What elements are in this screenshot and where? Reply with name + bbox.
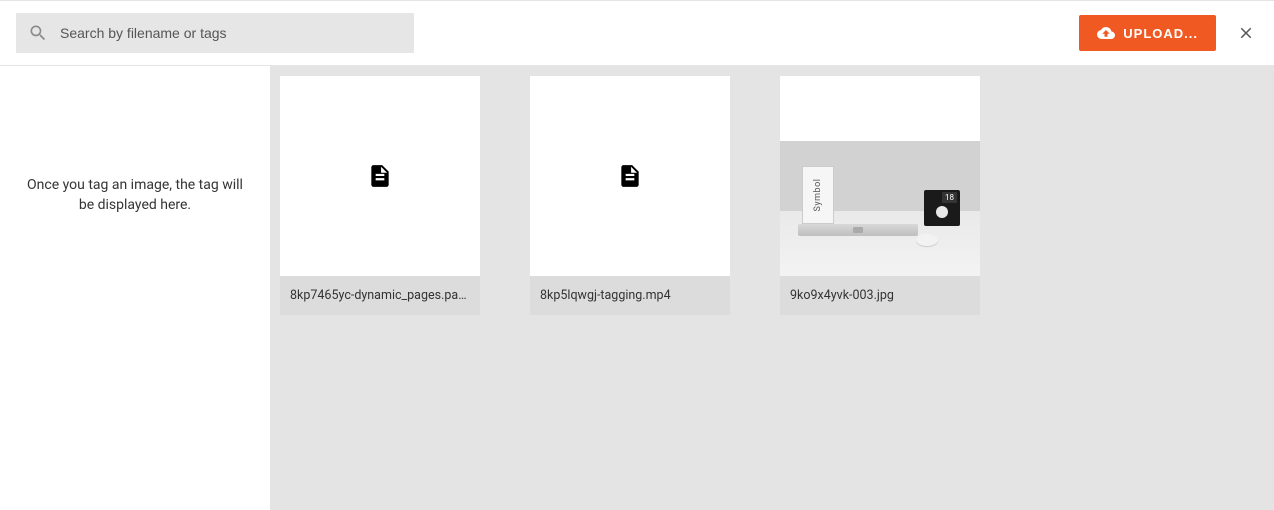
- file-card[interactable]: 9ko9x4yvk-003.jpg: [780, 76, 980, 315]
- upload-button-label: UPLOAD...: [1123, 26, 1198, 41]
- search-icon: [28, 23, 48, 43]
- search-input[interactable]: [60, 25, 402, 41]
- file-caption: 8kp5lqwgj-tagging.mp4: [530, 276, 730, 315]
- tag-sidebar: Once you tag an image, the tag will be d…: [0, 66, 270, 510]
- photo-preview: [780, 141, 980, 276]
- file-grid: 8kp7465yc-dynamic_pages.patch 8kp5lqwgj-…: [270, 66, 1274, 510]
- empty-tag-message: Once you tag an image, the tag will be d…: [18, 176, 252, 215]
- main-area: Once you tag an image, the tag will be d…: [0, 66, 1274, 510]
- file-card[interactable]: 8kp5lqwgj-tagging.mp4: [530, 76, 730, 315]
- search-box[interactable]: [16, 13, 414, 53]
- close-button[interactable]: [1234, 21, 1258, 45]
- cloud-upload-icon: [1097, 24, 1115, 42]
- file-thumbnail: [530, 76, 730, 276]
- topbar: UPLOAD...: [0, 0, 1274, 66]
- file-caption: 9ko9x4yvk-003.jpg: [780, 276, 980, 315]
- upload-button[interactable]: UPLOAD...: [1079, 15, 1216, 51]
- file-icon: [367, 163, 393, 189]
- close-icon: [1237, 24, 1255, 42]
- file-thumbnail: [280, 76, 480, 276]
- file-card[interactable]: 8kp7465yc-dynamic_pages.patch: [280, 76, 480, 315]
- file-caption: 8kp7465yc-dynamic_pages.patch: [280, 276, 480, 315]
- image-thumbnail: [780, 76, 980, 276]
- file-icon: [617, 163, 643, 189]
